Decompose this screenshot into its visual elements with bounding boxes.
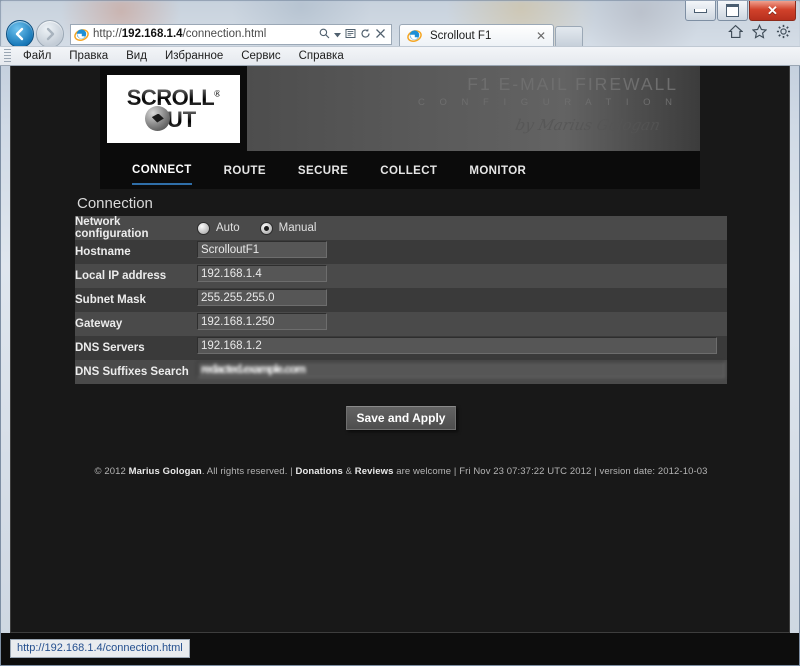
section-title-connection: Connection	[77, 195, 153, 212]
site-header-title-block: F1 E-MAIL FIREWALL C O N F I G U R A T I…	[418, 74, 678, 134]
maximize-icon	[726, 4, 739, 17]
new-tab-button[interactable]	[555, 26, 583, 46]
input-subnet-mask[interactable]: 255.255.255.0	[197, 289, 327, 306]
browser-tool-icons	[728, 23, 800, 44]
maximize-button[interactable]	[717, 1, 748, 21]
site-title: F1 E-MAIL FIREWALL	[467, 74, 678, 94]
close-button[interactable]: ✕	[749, 1, 796, 21]
back-arrow-icon	[15, 27, 24, 41]
menu-grip	[4, 49, 11, 63]
tab-close-icon[interactable]: ✕	[533, 29, 549, 43]
menu-item-help[interactable]: Справка	[290, 50, 353, 62]
page-footer: © 2012 Marius Gologan. All rights reserv…	[75, 466, 727, 477]
author-signature: by Marius Gologan	[513, 116, 662, 134]
footer-welcome: are welcome |	[393, 466, 460, 477]
label-dns-suffixes-search: DNS Suffixes Search	[75, 360, 197, 384]
nav-tab-route[interactable]: ROUTE	[224, 156, 266, 184]
input-gateway[interactable]: 192.168.1.250	[197, 313, 327, 330]
refresh-icon[interactable]	[360, 28, 371, 41]
table-row-dns-servers: DNS Servers 192.168.1.2	[75, 336, 727, 360]
minimize-icon	[694, 8, 707, 13]
radio-auto[interactable]	[197, 221, 210, 235]
gear-icon[interactable]	[776, 24, 791, 44]
table-row-hostname: Hostname ScrolloutF1	[75, 240, 727, 264]
radio-auto-label: Auto	[216, 222, 240, 234]
stop-icon[interactable]	[375, 28, 386, 41]
forward-arrow-icon	[46, 27, 55, 41]
compatibility-view-icon[interactable]	[345, 28, 356, 41]
footer-author: Marius Gologan	[128, 466, 202, 477]
input-hostname[interactable]: ScrolloutF1	[197, 241, 327, 258]
address-bar[interactable]: http://192.168.1.4/connection.html	[70, 23, 392, 45]
registered-mark: ®	[214, 88, 221, 99]
label-subnet-mask: Subnet Mask	[75, 288, 197, 312]
menu-item-view[interactable]: Вид	[117, 50, 156, 62]
footer-copyright: © 2012	[94, 466, 129, 477]
label-hostname: Hostname	[75, 240, 197, 264]
footer-version: version date: 2012-10-03	[599, 466, 708, 477]
nav-tab-connect[interactable]: CONNECT	[132, 155, 192, 185]
site-subtitle: C O N F I G U R A T I O N	[418, 97, 678, 108]
navigation-bar: http://192.168.1.4/connection.html Scrol…	[0, 20, 800, 48]
input-local-ip-address[interactable]: 192.168.1.4	[197, 265, 327, 282]
table-row-gateway: Gateway 192.168.1.250	[75, 312, 727, 336]
site-nav: CONNECT ROUTE SECURE COLLECT MONITOR	[100, 151, 700, 189]
forward-button[interactable]	[36, 20, 64, 48]
search-icon[interactable]	[319, 28, 330, 41]
scrollout-logo[interactable]: SCROLL® UT	[107, 75, 240, 143]
internet-explorer-icon	[74, 28, 89, 41]
save-and-apply-button[interactable]: Save and Apply	[345, 406, 457, 430]
footer-amp: &	[342, 466, 355, 477]
logo-line-2: UT	[144, 105, 196, 131]
tab-favicon-internet-explorer-icon	[407, 30, 422, 42]
label-gateway: Gateway	[75, 312, 197, 336]
globe-icon	[144, 105, 170, 131]
network-configuration-radios: Auto Manual	[197, 221, 727, 235]
footer-donations-link[interactable]: Donations	[295, 466, 342, 477]
menu-item-favorites[interactable]: Избранное	[156, 50, 232, 62]
address-bar-icons	[319, 28, 391, 41]
table-row-local-ip: Local IP address 192.168.1.4	[75, 264, 727, 288]
footer-reviews-link[interactable]: Reviews	[355, 466, 394, 477]
menu-item-tools[interactable]: Сервис	[232, 50, 289, 62]
tab-scrollout-f1[interactable]: Scrollout F1 ✕	[399, 24, 554, 46]
address-text: http://192.168.1.4/connection.html	[93, 28, 267, 40]
radio-manual-label: Manual	[278, 222, 317, 234]
menu-bar: Файл Правка Вид Избранное Сервис Справка	[0, 46, 800, 66]
menu-item-edit[interactable]: Правка	[60, 50, 117, 62]
home-icon[interactable]	[728, 24, 744, 44]
favorites-star-icon[interactable]	[751, 23, 768, 44]
logo-line-1: SCROLL®	[126, 85, 221, 111]
label-dns-servers: DNS Servers	[75, 336, 197, 360]
chevron-down-icon[interactable]	[334, 28, 341, 40]
page-viewport: SCROLL® UT F1 E-MAIL FIREWALL C O N F I …	[11, 66, 789, 632]
browser-window: ✕ http://192.168.1.4/connection.html Scr…	[0, 0, 800, 666]
footer-timestamp: Fri Nov 23 07:37:22 UTC 2012	[459, 466, 592, 477]
tab-strip: Scrollout F1 ✕	[399, 22, 583, 46]
nav-tab-secure[interactable]: SECURE	[298, 156, 348, 184]
status-bar-url: http://192.168.1.4/connection.html	[10, 639, 190, 658]
connection-form-table: Network configuration Auto Manual Hostna…	[75, 216, 727, 384]
input-dns-suffixes-search[interactable]: redacted.example.com	[197, 361, 725, 378]
table-row-network-configuration: Network configuration Auto Manual	[75, 216, 727, 240]
form-actions: Save and Apply	[75, 406, 727, 430]
menu-item-file[interactable]: Файл	[14, 50, 60, 62]
status-bar: http://192.168.1.4/connection.html	[1, 633, 799, 665]
close-icon: ✕	[767, 3, 778, 18]
site-header: SCROLL® UT F1 E-MAIL FIREWALL C O N F I …	[100, 66, 700, 151]
table-row-subnet-mask: Subnet Mask 255.255.255.0	[75, 288, 727, 312]
radio-manual[interactable]	[259, 221, 273, 235]
back-button[interactable]	[6, 20, 34, 48]
tab-title: Scrollout F1	[430, 29, 492, 42]
minimize-button[interactable]	[685, 1, 716, 21]
footer-rights: . All rights reserved. |	[201, 466, 296, 477]
window-controls: ✕	[684, 1, 796, 21]
nav-tab-monitor[interactable]: MONITOR	[469, 156, 526, 184]
input-dns-servers[interactable]: 192.168.1.2	[197, 337, 717, 354]
page-content: Connection Network configuration Auto Ma…	[75, 192, 727, 477]
label-local-ip-address: Local IP address	[75, 264, 197, 288]
table-row-dns-suffixes-search: DNS Suffixes Search redacted.example.com	[75, 360, 727, 384]
nav-tab-collect[interactable]: COLLECT	[380, 156, 437, 184]
label-network-configuration: Network configuration	[75, 216, 197, 240]
